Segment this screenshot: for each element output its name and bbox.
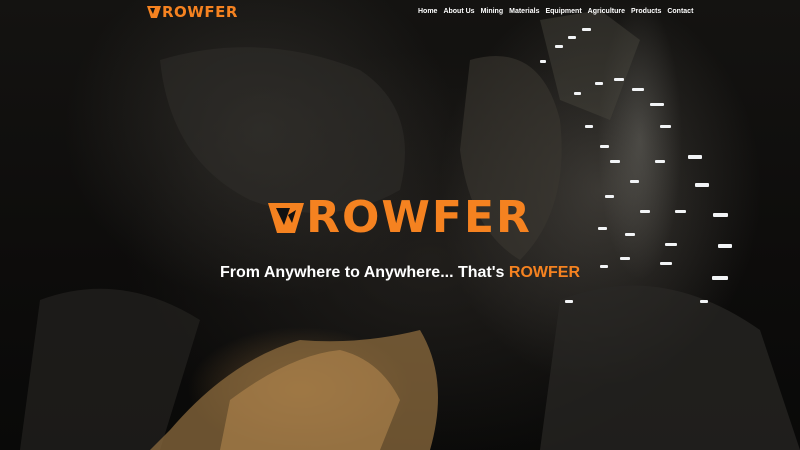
nav-agriculture[interactable]: Agriculture xyxy=(588,6,625,18)
nav-mining[interactable]: Mining xyxy=(481,6,504,18)
nav-materials[interactable]: Materials xyxy=(509,6,539,18)
hero-logo: ROWFER xyxy=(0,196,800,240)
tagline-brand: ROWFER xyxy=(508,264,580,281)
nav-about-us[interactable]: About Us xyxy=(443,6,474,18)
nav-products[interactable]: Products xyxy=(631,6,661,18)
header-logo-text: ROWFER xyxy=(162,3,238,21)
header-logo[interactable]: ROWFER xyxy=(147,3,238,21)
logo-mark-icon xyxy=(268,203,305,233)
nav-equipment[interactable]: Equipment xyxy=(545,6,581,18)
nav-home[interactable]: Home xyxy=(418,6,437,18)
main-nav: Home About Us Mining Materials Equipment… xyxy=(418,6,693,18)
hero-tagline: From Anywhere to Anywhere... That's ROWF… xyxy=(0,263,800,283)
hero-logo-text: ROWFER xyxy=(306,192,532,243)
logo-mark-icon xyxy=(147,6,161,18)
nav-contact[interactable]: Contact xyxy=(667,6,693,18)
tagline-text: From Anywhere to Anywhere... That's xyxy=(220,264,509,281)
